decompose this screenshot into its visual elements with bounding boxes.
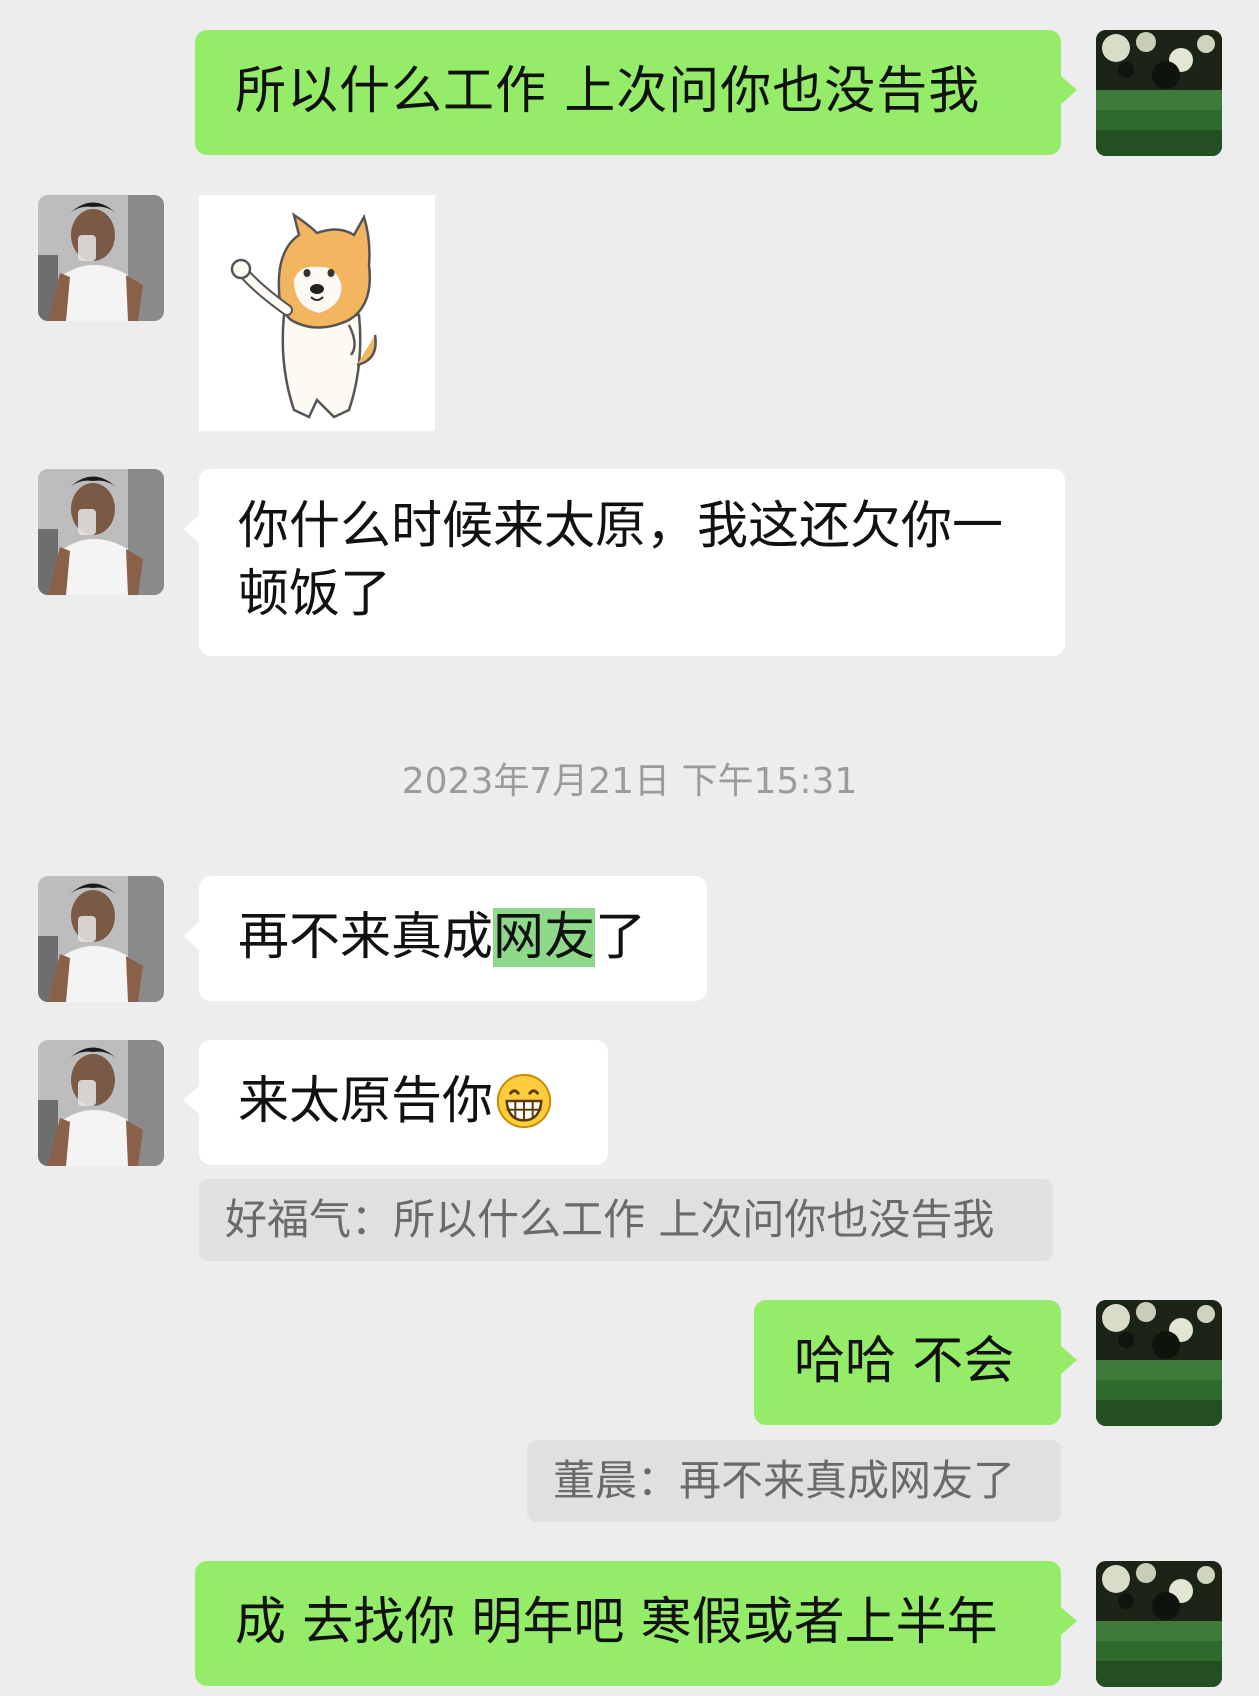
contact-avatar[interactable] [38, 469, 164, 595]
person-avatar-image [38, 195, 164, 321]
self-avatar[interactable] [1096, 1300, 1222, 1426]
message-bubble-contact[interactable]: 再不来真成网友了 [183, 876, 707, 1001]
message-bubble-self[interactable]: 成 去找你 明年吧 寒假或者上半年 [195, 1561, 1077, 1686]
message-bubble-contact[interactable]: 来太原告你 [183, 1040, 608, 1165]
self-avatar[interactable] [1096, 1561, 1222, 1687]
message-text: 来太原告你 [238, 1072, 494, 1131]
timestamp: 2023年7月21日 下午15:31 [401, 761, 858, 802]
message-bubble-self[interactable]: 哈哈 不会 [754, 1300, 1077, 1425]
message-text: 哈哈 不会 [794, 1332, 1015, 1391]
message-text-tail: 了 [595, 908, 647, 967]
message-text-line-2: 顿饭了 [238, 565, 392, 624]
person-avatar-image [38, 1040, 164, 1166]
shiba-dog-waving-sticker [230, 212, 377, 419]
contact-avatar[interactable] [38, 1040, 164, 1166]
message-text: 成 去找你 明年吧 寒假或者上半年 [235, 1593, 998, 1652]
person-avatar-image [38, 469, 164, 595]
grinning-face-icon [496, 1073, 552, 1129]
message-text: 再不来真成 [238, 908, 494, 967]
contact-avatar[interactable] [38, 195, 164, 321]
person-avatar-image [38, 876, 164, 1002]
self-avatar[interactable] [1096, 30, 1222, 156]
message-bubble-contact[interactable]: 你什么时候来太原，我这还欠你一 顿饭了 [183, 469, 1065, 656]
quoted-reply[interactable]: 董晨：再不来真成网友了 [527, 1440, 1061, 1522]
search-highlight: 网友 [493, 908, 596, 967]
contact-avatar[interactable] [38, 876, 164, 1002]
landscape-avatar-image [1096, 30, 1222, 156]
message-bubble-self[interactable]: 所以什么工作 上次问你也没告我 [195, 30, 1077, 155]
quoted-reply[interactable]: 好福气：所以什么工作 上次问你也没告我 [199, 1179, 1053, 1261]
landscape-avatar-image [1096, 1300, 1222, 1426]
message-text-line-1: 你什么时候来太原，我这还欠你一 [238, 497, 1004, 556]
message-text: 所以什么工作 上次问你也没告我 [235, 62, 981, 121]
sticker-image[interactable] [199, 195, 435, 431]
landscape-avatar-image [1096, 1561, 1222, 1687]
